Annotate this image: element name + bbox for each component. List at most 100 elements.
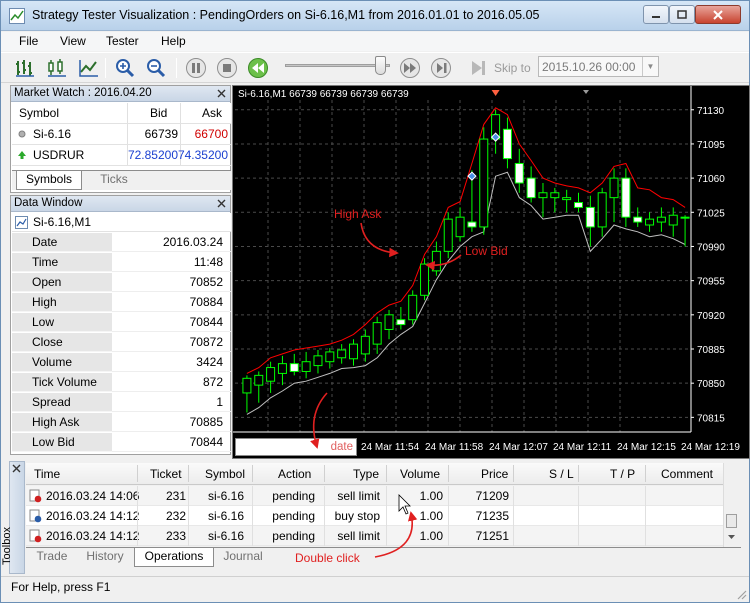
column-bid[interactable]: Bid: [150, 106, 167, 120]
data-window-row: Close 70872: [12, 333, 231, 353]
column-stop-loss[interactable]: S / L: [549, 467, 574, 481]
maximize-icon: [677, 10, 687, 19]
zoom-in-button[interactable]: [113, 57, 137, 79]
candle-body: [633, 216, 643, 223]
candle-body: [609, 177, 619, 199]
title-bar[interactable]: Strategy Tester Visualization : PendingO…: [1, 1, 749, 31]
fast-forward-button[interactable]: [398, 57, 422, 79]
toolbox-side-bar[interactable]: Toolbox: [1, 461, 25, 574]
speed-slider-thumb[interactable]: [375, 56, 386, 75]
field-label: Tick Volume: [12, 373, 112, 392]
menu-view[interactable]: View: [60, 34, 86, 48]
data-window-row: Low Bid 70844: [12, 433, 231, 453]
column-time[interactable]: Time: [34, 467, 60, 481]
column-comment[interactable]: Comment: [661, 467, 713, 481]
skip-to-button[interactable]: [466, 57, 490, 79]
column-divider: [324, 486, 325, 506]
market-watch-row[interactable]: Si-6.16 66739 66700: [12, 124, 231, 145]
time-tick-label: 24 Mar 11:54: [361, 442, 420, 453]
column-symbol[interactable]: Symbol: [19, 106, 59, 120]
candle-body: [550, 192, 560, 199]
column-ask[interactable]: Ask: [202, 106, 222, 120]
column-divider: [252, 486, 253, 506]
order-icon: [29, 509, 42, 523]
maximize-button[interactable]: [669, 5, 695, 24]
zoom-out-button[interactable]: [144, 57, 168, 79]
field-value: 70844: [112, 313, 231, 332]
candle-body: [313, 355, 323, 367]
column-divider: [127, 103, 128, 123]
candle-chart-button[interactable]: [45, 57, 69, 79]
chevron-down-icon[interactable]: ▼: [642, 57, 658, 76]
menu-tester[interactable]: Tester: [106, 34, 139, 48]
bar-chart-button[interactable]: [13, 57, 37, 79]
candle-body: [514, 162, 524, 184]
candle-body: [656, 216, 666, 223]
column-price[interactable]: Price: [481, 467, 508, 481]
column-ticket[interactable]: Ticket: [150, 467, 182, 481]
chevron-down-icon[interactable]: [727, 533, 736, 541]
cell-action: pending: [272, 489, 315, 503]
tab-ticks[interactable]: Ticks: [84, 171, 144, 190]
field-label: Date: [12, 233, 112, 252]
stop-button[interactable]: [215, 57, 239, 79]
table-row[interactable]: 2016.03.24 14:12 233 si-6.16 pending sell li…: [26, 526, 723, 546]
cell-time: 2016.03.24 14:06: [46, 489, 140, 503]
app-chart-icon: [9, 8, 25, 24]
chart-date-field[interactable]: date: [235, 438, 357, 456]
price-chart[interactable]: 71130 71095 71060 71025 70990 70955 70920 70885…: [232, 85, 750, 459]
close-icon[interactable]: [217, 89, 226, 98]
rewind-button[interactable]: [246, 57, 270, 79]
field-label: High: [12, 293, 112, 312]
low-bid-annotation: Low Bid: [465, 244, 508, 258]
zoom-out-icon: [147, 59, 166, 78]
table-row[interactable]: 2016.03.24 14:12 232 si-6.16 pending buy sto…: [26, 506, 723, 526]
tab-trade[interactable]: Trade: [26, 548, 78, 567]
line-chart-button[interactable]: [77, 57, 101, 79]
skip-end-icon: [431, 58, 451, 78]
chart-canvas[interactable]: 71130 71095 71060 71025 70990 70955 70920 70885…: [233, 86, 749, 458]
menu-file[interactable]: File: [19, 34, 38, 48]
column-type[interactable]: Type: [353, 467, 379, 481]
market-watch-row[interactable]: USDRUR 72.85200 74.35200: [12, 145, 231, 166]
column-action[interactable]: Action: [278, 467, 311, 481]
scrollbar-thumb[interactable]: [726, 514, 737, 528]
resize-grip-icon[interactable]: [735, 588, 747, 600]
close-icon[interactable]: [11, 463, 22, 474]
skip-date-combo[interactable]: 2015.10.26 00:00 ▼: [538, 56, 659, 77]
close-icon[interactable]: [217, 199, 226, 208]
tab-history[interactable]: History: [78, 548, 132, 567]
tab-symbols[interactable]: Symbols: [16, 171, 82, 190]
candle-body: [562, 197, 572, 201]
column-divider: [137, 506, 138, 526]
candlestick-icon: [48, 59, 66, 77]
column-divider: [578, 506, 579, 526]
field-value: 70885: [112, 413, 231, 432]
column-divider: [645, 486, 646, 506]
cell-type: buy stop: [334, 509, 380, 523]
tab-operations[interactable]: Operations: [134, 548, 214, 567]
table-row[interactable]: 2016.03.24 14:06 231 si-6.16 pending sell li…: [26, 486, 723, 506]
column-volume[interactable]: Volume: [400, 467, 440, 481]
column-divider: [188, 506, 189, 526]
column-take-profit[interactable]: T / P: [610, 467, 635, 481]
field-value: 70872: [112, 333, 231, 352]
cell-type: sell limit: [337, 529, 380, 543]
tab-journal[interactable]: Journal: [214, 548, 272, 567]
pause-button[interactable]: [184, 57, 208, 79]
minimize-button[interactable]: [643, 5, 669, 24]
candle-body: [621, 177, 631, 218]
close-button[interactable]: [695, 5, 741, 24]
field-value: 872: [112, 373, 231, 392]
symbol-name: USDRUR: [33, 148, 85, 162]
column-divider: [386, 465, 387, 482]
low-bid-line: [246, 171, 686, 415]
skip-to-end-button[interactable]: [429, 57, 453, 79]
minimize-icon: [652, 15, 660, 18]
cell-symbol: si-6.16: [207, 489, 244, 503]
column-symbol[interactable]: Symbol: [205, 467, 245, 481]
vertical-scrollbar[interactable]: [723, 463, 739, 547]
field-value: 70852: [112, 273, 231, 292]
menu-help[interactable]: Help: [161, 34, 186, 48]
column-divider: [188, 465, 189, 482]
